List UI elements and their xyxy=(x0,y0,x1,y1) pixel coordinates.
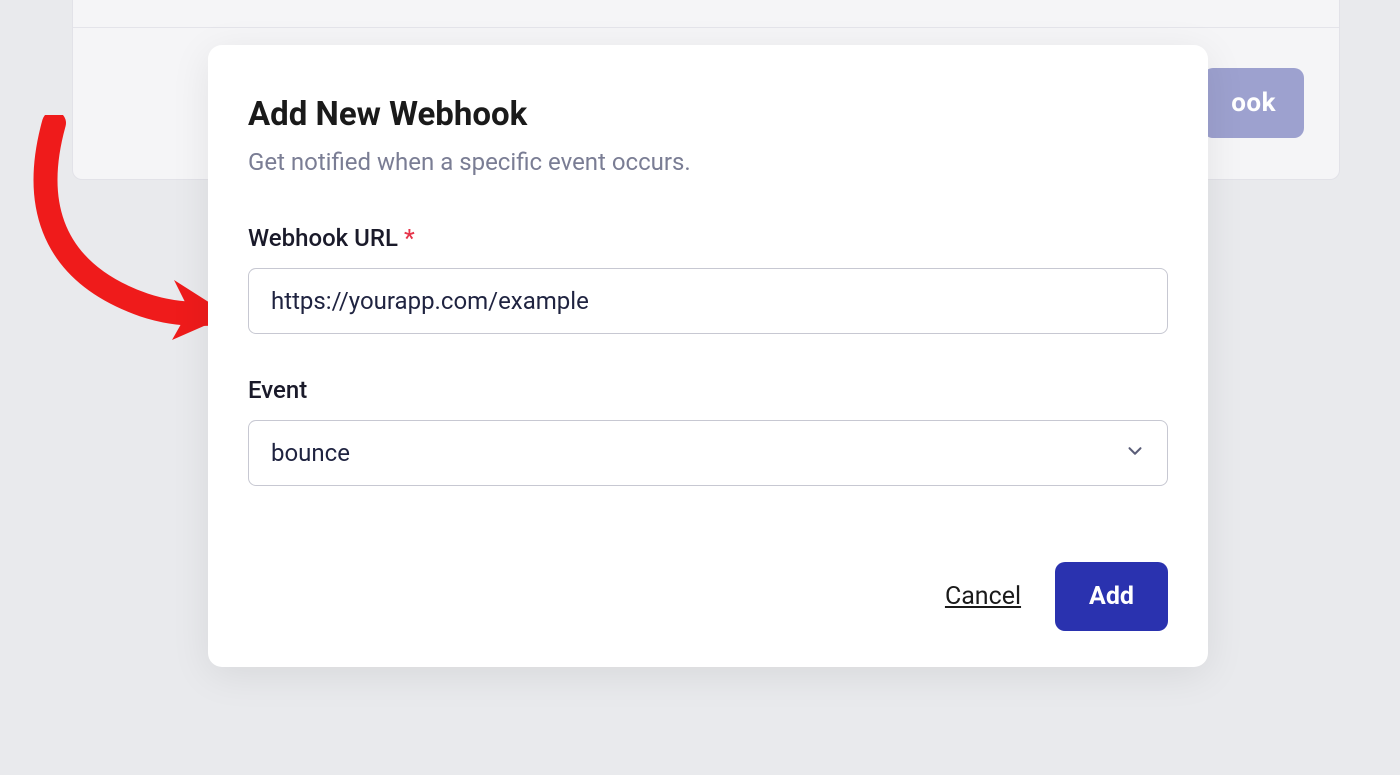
background-webhook-button[interactable]: ook xyxy=(1203,68,1304,138)
webhook-url-label: Webhook URL* xyxy=(248,224,1168,252)
webhook-url-input[interactable] xyxy=(248,268,1168,334)
webhook-url-label-text: Webhook URL xyxy=(248,224,398,252)
event-select[interactable]: bounce xyxy=(248,420,1168,486)
required-indicator: * xyxy=(404,224,415,252)
cancel-button[interactable]: Cancel xyxy=(941,574,1025,619)
add-button[interactable]: Add xyxy=(1055,562,1168,631)
modal-title: Add New Webhook xyxy=(248,95,1168,134)
event-label: Event xyxy=(248,376,1168,404)
modal-footer: Cancel Add xyxy=(248,562,1168,631)
add-webhook-modal: Add New Webhook Get notified when a spec… xyxy=(208,45,1208,667)
background-panel-divider xyxy=(73,0,1339,28)
modal-subtitle: Get notified when a specific event occur… xyxy=(248,148,1168,176)
event-select-wrapper[interactable]: bounce xyxy=(248,420,1168,486)
